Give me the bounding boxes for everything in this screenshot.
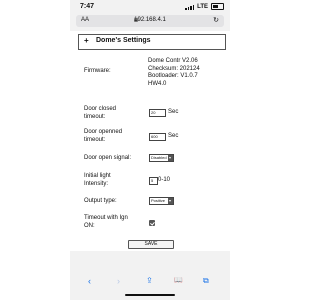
battery-icon xyxy=(211,3,224,10)
output-type-value: Positive xyxy=(151,198,166,203)
door-open-signal-value: Disabled xyxy=(151,155,167,160)
label-line: timeout: xyxy=(84,113,106,120)
door-opened-timeout-input[interactable]: 600 xyxy=(149,133,166,141)
output-type-select[interactable]: Positive xyxy=(149,197,174,205)
firmware-bootloader: Bootloader: V1.0.7 xyxy=(148,73,198,79)
firmware-hw: HW4.0 xyxy=(148,80,167,87)
address-bar[interactable]: AA 192.168.4.1 ↻ xyxy=(76,15,224,27)
door-closed-timeout-input[interactable]: 20 xyxy=(149,109,166,117)
url-text: 192.168.4.1 xyxy=(134,17,166,23)
network-type: LTE xyxy=(197,3,208,10)
status-indicators: LTE xyxy=(185,3,224,10)
door-opened-timeout-unit: Sec xyxy=(168,133,179,139)
label-line: ON: xyxy=(84,222,95,229)
label-line: Initial light xyxy=(84,173,111,179)
initial-light-intensity-range: 0-10 xyxy=(158,177,171,183)
firmware-label: Firmware: xyxy=(84,68,111,74)
label-line: Intensity: xyxy=(84,180,109,187)
label-line: Door closed xyxy=(84,106,117,112)
initial-light-intensity-input[interactable]: 5 xyxy=(149,177,158,185)
firmware-info: Dome Contr V2.06 Checksum: 202124 Bootlo… xyxy=(148,58,200,88)
home-indicator xyxy=(125,294,175,296)
door-opened-timeout-label: Door openned timeout: xyxy=(84,129,144,144)
firmware-checksum: Checksum: 202124 xyxy=(148,65,200,72)
chevron-down-icon xyxy=(168,155,173,161)
timeout-with-ign-on-checkbox[interactable] xyxy=(149,220,155,226)
chevron-down-icon xyxy=(168,198,173,204)
forward-icon[interactable]: › xyxy=(117,276,120,286)
door-open-signal-label: Door open signal: xyxy=(84,155,132,161)
phone-screen: 7:47 LTE AA 192.168.4.1 ↻ + Dome's Setti… xyxy=(70,0,230,300)
door-closed-timeout-label: Door closed timeout: xyxy=(84,106,144,121)
expand-icon[interactable]: + xyxy=(84,36,89,45)
initial-light-intensity-label: Initial light Intensity: xyxy=(84,173,144,188)
status-time: 7:47 xyxy=(80,3,95,10)
save-button[interactable]: SAVE xyxy=(128,240,174,249)
door-closed-timeout-unit: Sec xyxy=(168,109,179,115)
label-line: timeout: xyxy=(84,136,106,143)
page-title: Dome's Settings xyxy=(96,37,151,44)
settings-header[interactable]: + Dome's Settings xyxy=(78,34,226,50)
label-line: Timeout with Ign xyxy=(84,215,128,221)
signal-icon xyxy=(185,4,195,10)
reload-icon[interactable]: ↻ xyxy=(213,16,219,24)
output-type-label: Output type: xyxy=(84,198,117,204)
back-icon[interactable]: ‹ xyxy=(88,276,91,286)
settings-panel: + Dome's Settings Firmware: Dome Contr V… xyxy=(70,31,230,251)
bookmarks-icon[interactable]: 📖 xyxy=(174,276,183,284)
timeout-with-ign-on-label: Timeout with Ign ON: xyxy=(84,215,144,230)
status-bar: 7:47 LTE xyxy=(70,0,230,14)
tabs-icon[interactable]: ⧉ xyxy=(203,276,209,286)
label-line: Door openned xyxy=(84,129,123,135)
share-icon[interactable]: ⇪ xyxy=(146,276,153,285)
door-open-signal-select[interactable]: Disabled xyxy=(149,154,174,162)
firmware-version: Dome Contr V2.06 xyxy=(148,58,198,64)
